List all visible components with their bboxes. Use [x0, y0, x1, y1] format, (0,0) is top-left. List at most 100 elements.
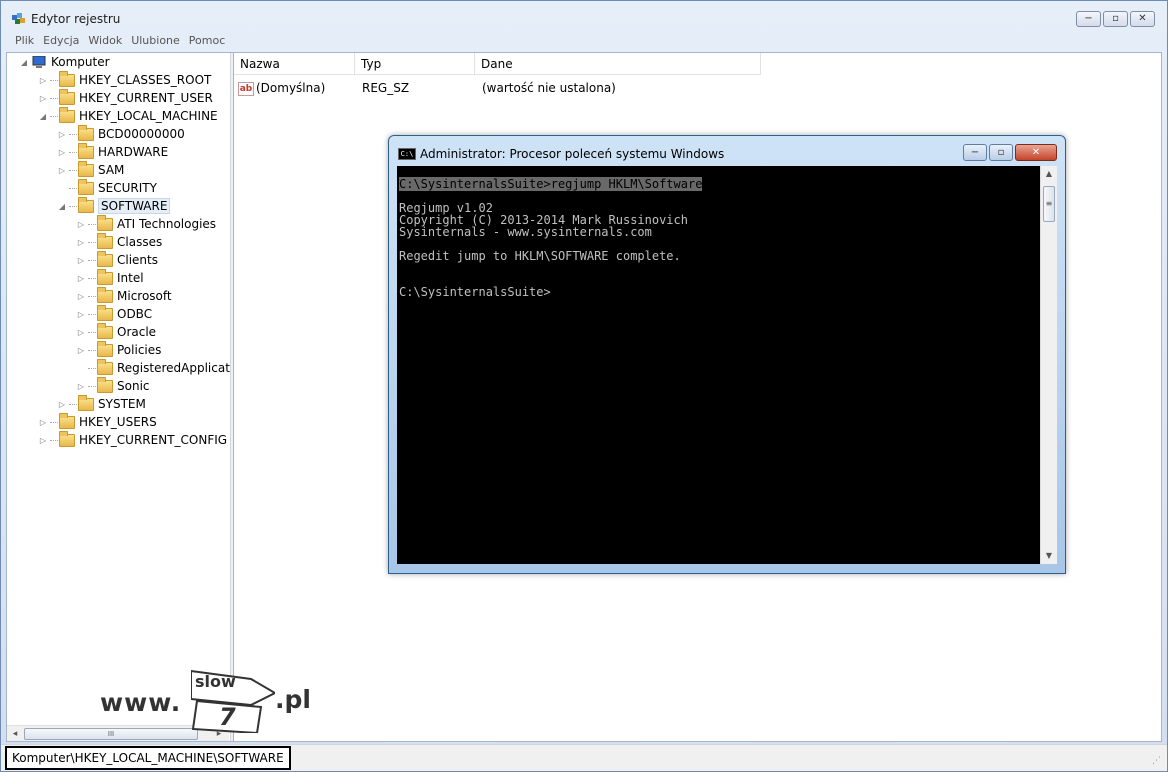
- close-button[interactable]: ✕: [1130, 11, 1155, 27]
- tree-connector: [88, 349, 96, 351]
- folder-icon: [59, 106, 75, 123]
- maximize-button[interactable]: ▫: [1103, 11, 1128, 27]
- tree-root[interactable]: ◢ Komputer: [19, 53, 110, 71]
- scroll-up-icon[interactable]: ▲: [1041, 166, 1057, 182]
- cmd-vertical-scrollbar[interactable]: ▲ ≡ ▼: [1040, 166, 1057, 564]
- tree-item-label: HKEY_CURRENT_USER: [79, 91, 213, 105]
- scroll-left-icon[interactable]: ◂: [8, 727, 22, 741]
- watermark-prefix: www.: [100, 688, 182, 717]
- title-bar[interactable]: Edytor rejestru − ▫ ✕: [1, 1, 1167, 33]
- tree-item[interactable]: ▷ ODBC: [76, 304, 152, 323]
- expand-icon[interactable]: ▷: [38, 436, 48, 445]
- tree-item-label: HKEY_CURRENT_CONFIG: [79, 433, 228, 447]
- folder-icon: [78, 178, 94, 195]
- tree-item[interactable]: ▷ Oracle: [76, 322, 156, 341]
- expand-icon[interactable]: ▷: [76, 238, 86, 247]
- tree-item[interactable]: ▷ HKEY_USERS: [38, 412, 157, 431]
- value-type: REG_SZ: [362, 81, 410, 95]
- expand-icon[interactable]: ▷: [57, 130, 67, 139]
- menu-plik[interactable]: Plik: [15, 33, 34, 50]
- console-output[interactable]: C:\SysinternalsSuite>regjump HKLM\Softwa…: [397, 166, 1040, 564]
- computer-icon: [32, 55, 46, 68]
- expand-icon[interactable]: ▷: [76, 346, 86, 355]
- menu-ulubione[interactable]: Ulubione: [131, 33, 180, 50]
- folder-icon: [97, 304, 113, 321]
- expand-icon[interactable]: ▷: [76, 274, 86, 283]
- tree-item[interactable]: ▷ Sonic: [76, 376, 150, 395]
- tree-item[interactable]: ▷ ATI Technologies: [76, 214, 217, 233]
- tree-item[interactable]: ▷ Classes: [76, 232, 162, 251]
- expand-icon[interactable]: ▷: [38, 76, 48, 85]
- tree-item[interactable]: ▷ HKEY_CLASSES_ROOT: [38, 70, 212, 89]
- tree-item[interactable]: ▷ Clients: [76, 250, 158, 269]
- expand-icon[interactable]: ▷: [38, 94, 48, 103]
- tree-item[interactable]: ▷ HKEY_CURRENT_CONFIG: [38, 430, 228, 449]
- tree-item[interactable]: SECURITY: [57, 178, 157, 197]
- maximize-icon: ▫: [1112, 13, 1119, 24]
- collapse-icon[interactable]: ◢: [19, 58, 29, 67]
- menu-pomoc[interactable]: Pomoc: [189, 33, 225, 50]
- expand-icon[interactable]: ▷: [76, 382, 86, 391]
- tree-item-label: HKEY_USERS: [79, 415, 157, 429]
- minimize-icon: −: [1084, 13, 1093, 24]
- tree-connector: [69, 151, 77, 153]
- tree-item[interactable]: RegisteredApplications: [76, 358, 230, 377]
- menu-edycja[interactable]: Edycja: [43, 33, 79, 50]
- tree-item-label: SYSTEM: [98, 397, 146, 411]
- expand-icon[interactable]: ▷: [76, 220, 86, 229]
- slow7-logo: slow 7: [191, 669, 275, 733]
- cmd-scroll-thumb[interactable]: ≡: [1043, 186, 1055, 222]
- expand-icon[interactable]: ▷: [76, 292, 86, 301]
- expand-icon[interactable]: ▷: [76, 310, 86, 319]
- cmd-close-button[interactable]: ✕: [1015, 144, 1057, 161]
- menu-widok[interactable]: Widok: [88, 33, 122, 50]
- tree-connector: [88, 277, 96, 279]
- collapse-icon[interactable]: ◢: [57, 202, 67, 211]
- console-line-text: Sysinternals - www.sysinternals.com: [399, 225, 652, 239]
- expand-icon[interactable]: ▷: [57, 148, 67, 157]
- tree-item[interactable]: ▷ Microsoft: [76, 286, 172, 305]
- scroll-down-icon[interactable]: ▼: [1041, 548, 1057, 564]
- registry-editor-icon: [12, 13, 25, 24]
- tree-connector: [88, 367, 96, 369]
- column-header-dane[interactable]: Dane: [475, 53, 761, 75]
- cmd-title[interactable]: Administrator: Procesor poleceń systemu …: [420, 147, 724, 161]
- expand-icon[interactable]: ▷: [57, 400, 67, 409]
- expand-icon[interactable]: ▷: [76, 256, 86, 265]
- folder-icon: [97, 268, 113, 285]
- tree-item[interactable]: ▷ Intel: [76, 268, 144, 287]
- column-header-nazwa[interactable]: Nazwa: [234, 53, 355, 75]
- cmd-maximize-button[interactable]: ▫: [989, 144, 1013, 161]
- collapse-icon[interactable]: ◢: [38, 112, 48, 121]
- cmd-minimize-button[interactable]: −: [963, 144, 987, 161]
- tree-item-label: ATI Technologies: [117, 217, 217, 231]
- value-row[interactable]: ab (Domyślna): [238, 79, 325, 97]
- tree-item[interactable]: ◢ SOFTWARE: [57, 196, 171, 215]
- tree-item[interactable]: ▷ HARDWARE: [57, 142, 168, 161]
- tree-item[interactable]: ▷ SYSTEM: [57, 394, 146, 413]
- folder-icon: [97, 286, 113, 303]
- tree-item-label: RegisteredApplications: [117, 361, 230, 375]
- close-icon: ✕: [1138, 13, 1147, 24]
- tree-item[interactable]: ▷ BCD00000000: [57, 124, 185, 143]
- folder-icon: [97, 358, 113, 375]
- minimize-button[interactable]: −: [1076, 11, 1101, 27]
- tree-item[interactable]: ◢ HKEY_LOCAL_MACHINE: [38, 106, 218, 125]
- tree-item[interactable]: ▷ SAM: [57, 160, 124, 179]
- expand-icon[interactable]: ▷: [38, 418, 48, 427]
- window-title: Edytor rejestru: [31, 12, 121, 26]
- column-header-typ[interactable]: Typ: [355, 53, 475, 75]
- tree-item-label: HKEY_CLASSES_ROOT: [79, 73, 212, 87]
- expand-icon[interactable]: ▷: [76, 328, 86, 337]
- expand-icon[interactable]: ▷: [57, 166, 67, 175]
- resize-grip-icon[interactable]: ⋰: [1152, 756, 1164, 768]
- tree-item-label: Policies: [117, 343, 162, 357]
- console-line: Sysinternals - www.sysinternals.com: [399, 226, 1038, 238]
- tree-connector: [50, 79, 58, 81]
- folder-icon: [59, 430, 75, 447]
- tree-item[interactable]: ▷ HKEY_CURRENT_USER: [38, 88, 213, 107]
- tree-item[interactable]: ▷ Policies: [76, 340, 162, 359]
- menu-bar: Plik Edycja Widok Ulubione Pomoc: [1, 33, 1167, 50]
- folder-icon: [78, 196, 94, 213]
- status-path: Komputer\HKEY_LOCAL_MACHINE\SOFTWARE: [5, 746, 291, 770]
